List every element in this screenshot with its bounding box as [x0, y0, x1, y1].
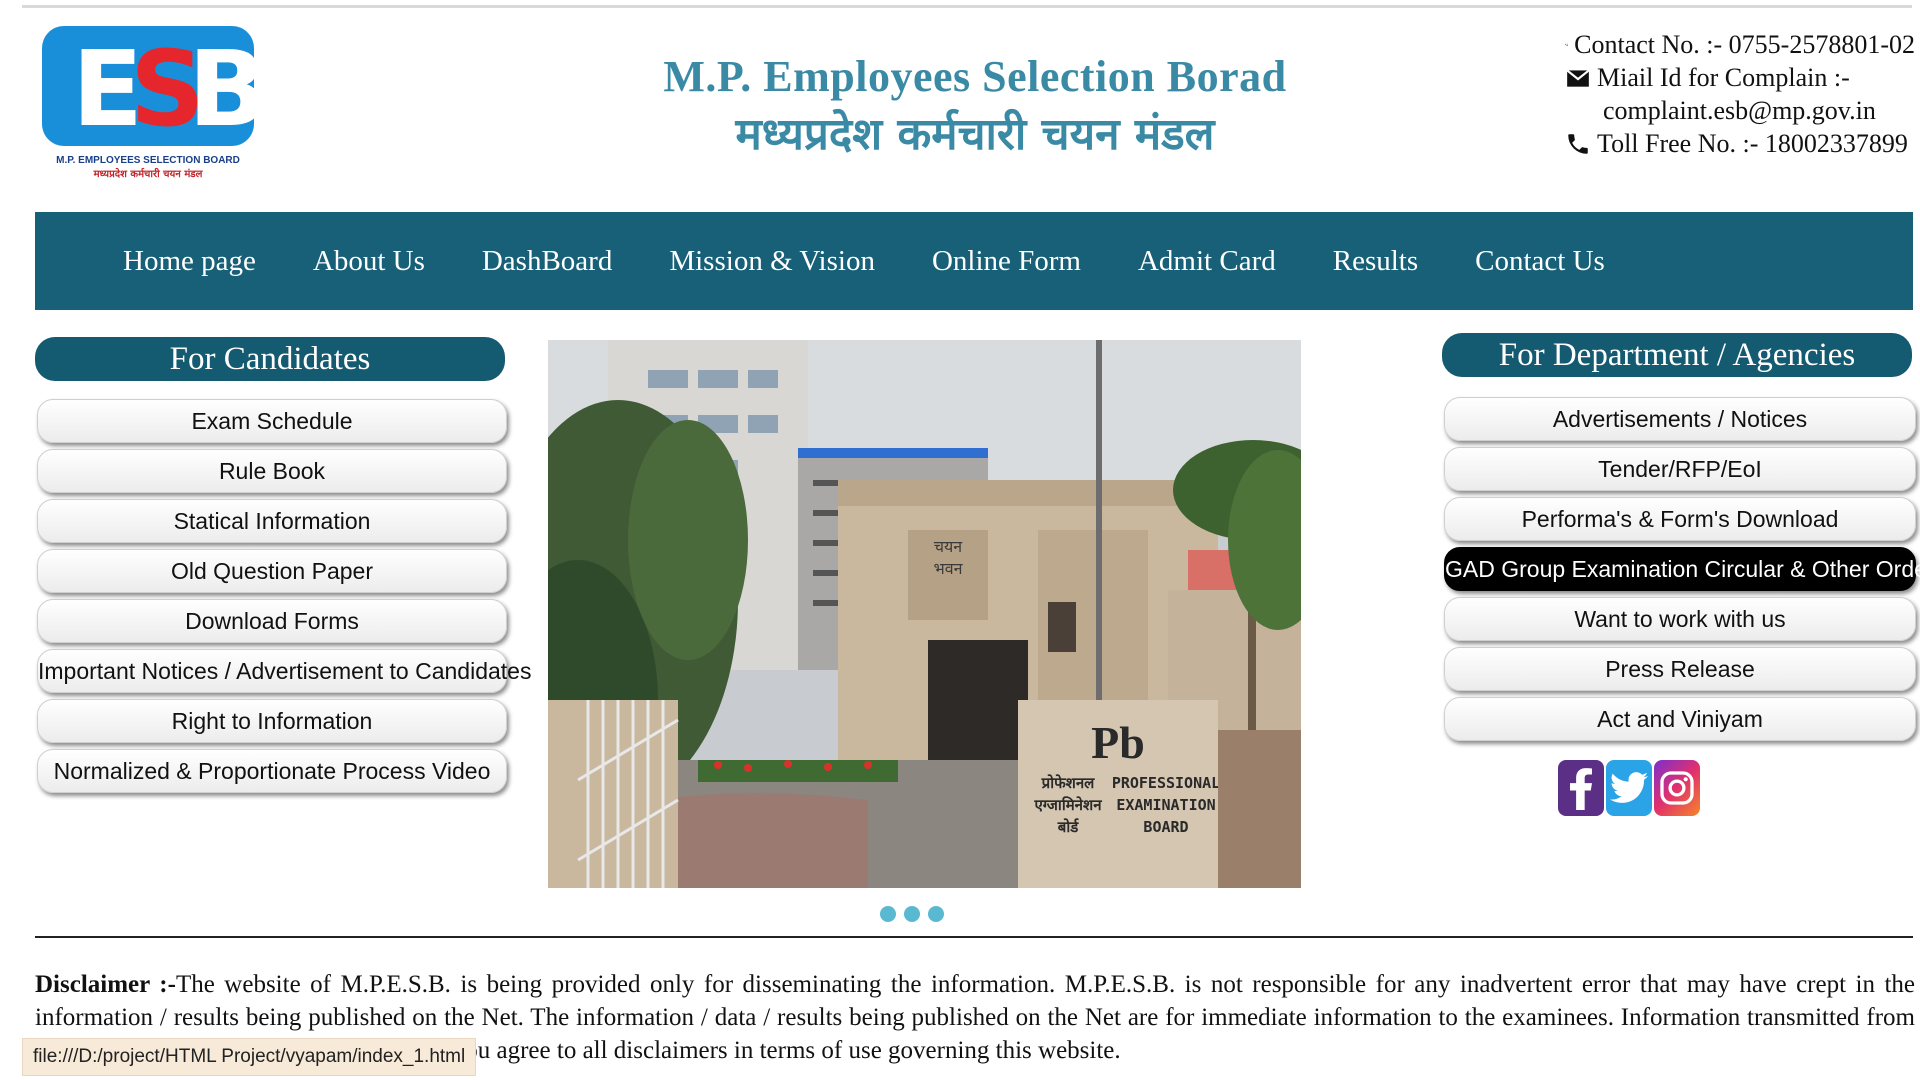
nav-mission-vision[interactable]: Mission & Vision — [669, 245, 875, 278]
svg-text:B: B — [188, 28, 263, 150]
candidate-link-old-question-paper[interactable]: Old Question Paper — [37, 549, 507, 593]
mail-icon — [1566, 69, 1590, 87]
dept-link-act-viniyam[interactable]: Act and Viniyam — [1444, 697, 1916, 741]
dept-link-performa-download[interactable]: Performa's & Form's Download — [1444, 497, 1916, 541]
contact-info: Contact No. :- 0755-2578801-02 Miail Id … — [1565, 28, 1915, 160]
contact-number: Contact No. :- 0755-2578801-02 — [1574, 30, 1915, 59]
dept-link-gad-circular[interactable]: GAD Group Examination Circular & Other O… — [1444, 547, 1920, 591]
mail-address[interactable]: complaint.esb@mp.gov.in — [1603, 94, 1876, 127]
slide-dot-1[interactable] — [880, 906, 896, 922]
twitter-icon[interactable] — [1606, 760, 1652, 816]
phone-icon — [1565, 43, 1568, 46]
candidate-link-statistical-info[interactable]: Statical Information — [37, 499, 507, 543]
departments-heading: For Department / Agencies — [1442, 333, 1912, 377]
sign-english-line-1: PROFESSIONAL — [1112, 774, 1220, 792]
site-title-english: M.P. Employees Selection Borad — [663, 52, 1287, 101]
candidates-heading: For Candidates — [35, 337, 505, 381]
phone-icon — [1568, 133, 1588, 154]
top-divider — [22, 5, 1912, 8]
svg-text:M.P. EMPLOYEES SELECTION BOARD: M.P. EMPLOYEES SELECTION BOARD — [56, 155, 240, 166]
mail-label: Miail Id for Complain :- — [1597, 63, 1850, 92]
candidate-link-download-forms[interactable]: Download Forms — [37, 599, 507, 643]
disclaimer-label: Disclaimer :- — [35, 971, 176, 998]
svg-text:भवन: भवन — [933, 559, 963, 578]
nav-dashboard[interactable]: DashBoard — [482, 245, 612, 278]
main-nav: Home page About Us DashBoard Mission & V… — [35, 212, 1913, 310]
svg-text:एग्जामिनेशन: एग्जामिनेशन — [1033, 796, 1102, 814]
candidate-link-rule-book[interactable]: Rule Book — [37, 449, 507, 493]
svg-text:EXAMINATION: EXAMINATION — [1116, 796, 1215, 814]
building-sign: चयन — [934, 537, 963, 556]
toll-free-number: Toll Free No. :- 18002337899 — [1597, 129, 1908, 158]
nav-results[interactable]: Results — [1333, 245, 1418, 278]
candidate-link-exam-schedule[interactable]: Exam Schedule — [37, 399, 507, 443]
hero-slideshow-image: चयन भवन Pb प्रोफेशनल एग्जामिनेशन बोर्ड P… — [548, 340, 1301, 888]
svg-text:बोर्ड: बोर्ड — [1057, 818, 1079, 836]
slide-dot-3[interactable] — [928, 906, 944, 922]
nav-admit-card[interactable]: Admit Card — [1138, 245, 1276, 278]
sign-hindi-line-1: प्रोफेशनल — [1041, 774, 1096, 792]
dept-link-tender[interactable]: Tender/RFP/EoI — [1444, 447, 1916, 491]
nav-online-form[interactable]: Online Form — [932, 245, 1081, 278]
slide-dot-2[interactable] — [904, 906, 920, 922]
slideshow-dots — [880, 906, 952, 922]
dept-link-press-release[interactable]: Press Release — [1444, 647, 1916, 691]
site-title: M.P. Employees Selection Borad मध्यप्रदे… — [650, 48, 1300, 164]
nav-contact-us[interactable]: Contact Us — [1475, 245, 1605, 278]
dept-link-work-with-us[interactable]: Want to work with us — [1444, 597, 1916, 641]
facebook-icon[interactable] — [1558, 760, 1604, 816]
dept-link-advertisements[interactable]: Advertisements / Notices — [1444, 397, 1916, 441]
footer-divider — [35, 936, 1913, 938]
nav-about-us[interactable]: About Us — [313, 245, 425, 278]
esb-logo[interactable]: E S B M.P. EMPLOYEES SELECTION BOARD मध्… — [38, 20, 263, 185]
svg-text:मध्यप्रदेश कर्मचारी चयन मंडल: मध्यप्रदेश कर्मचारी चयन मंडल — [93, 167, 204, 180]
candidate-link-normalized-video[interactable]: Normalized & Proportionate Process Video — [37, 749, 507, 793]
candidate-link-important-notices[interactable]: Important Notices / Advertisement to Can… — [37, 649, 531, 693]
candidate-link-rti[interactable]: Right to Information — [37, 699, 507, 743]
browser-status-url: file:///D:/project/HTML Project/vyapam/i… — [22, 1038, 477, 1076]
social-links — [1558, 760, 1702, 816]
nav-home[interactable]: Home page — [123, 245, 256, 278]
site-title-hindi: मध्यप्रदेश कर्मचारी चयन मंडल — [735, 109, 1215, 160]
svg-text:BOARD: BOARD — [1143, 818, 1188, 836]
svg-text:Pb: Pb — [1091, 717, 1145, 768]
instagram-icon[interactable] — [1654, 760, 1700, 816]
